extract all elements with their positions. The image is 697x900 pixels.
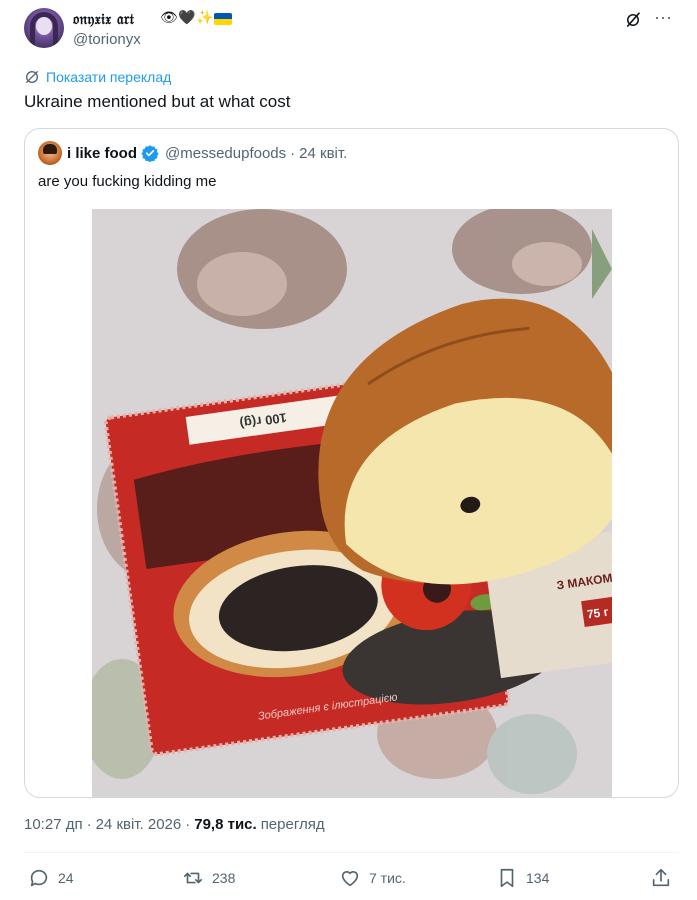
more-icon[interactable]: ··· xyxy=(652,8,674,30)
quoted-author-handle: @messedupfoods xyxy=(165,144,287,162)
tweet-time[interactable]: 10:27 дп xyxy=(24,816,83,833)
tweet-date[interactable]: 24 квіт. 2026 xyxy=(96,816,182,833)
separator-dot: · xyxy=(290,144,296,162)
tweet-header: 𝔬𝔫𝔶𝔵𝔦𝔵 𝔞𝔯𝔱 👁 🖤 ✨ @torionyx ··· xyxy=(24,8,674,50)
author-avatar[interactable] xyxy=(24,8,64,48)
author-handle[interactable]: @torionyx xyxy=(73,31,141,48)
quoted-tweet-header: i like food @messedupfoods · 24 квіт. xyxy=(38,141,348,165)
package-side-weight: 75 г xyxy=(586,605,609,622)
repost-icon xyxy=(183,872,203,884)
reply-button[interactable]: 24 xyxy=(28,866,74,890)
like-count: 7 тис. xyxy=(369,870,406,886)
like-icon xyxy=(341,871,359,887)
bookmark-icon xyxy=(500,868,514,888)
reply-icon xyxy=(30,869,48,887)
tweet-actions: 24 238 7 тис. 134 xyxy=(24,866,679,892)
views-count: 79,8 тис. xyxy=(194,816,257,833)
black-heart-emoji: 🖤 xyxy=(178,9,196,25)
views-label: перегляд xyxy=(260,816,325,833)
quoted-author-name: i like food xyxy=(67,144,138,162)
eye-emoji: 👁 xyxy=(160,9,178,25)
like-button[interactable]: 7 тис. xyxy=(339,866,406,890)
divider xyxy=(24,852,679,853)
meta-separator: · xyxy=(86,816,92,833)
photo-illustration: 100 г(g) Зображення є ілюстрацією З МАКО… xyxy=(92,209,612,797)
bookmark-count: 134 xyxy=(526,870,550,886)
quoted-tweet-date: 24 квіт. xyxy=(299,144,348,162)
share-icon xyxy=(652,868,670,887)
bookmark-button[interactable]: 134 xyxy=(496,866,549,890)
sparkles-emoji: ✨ xyxy=(196,9,214,25)
meta-separator: · xyxy=(185,816,191,833)
author-display-name[interactable]: 𝔬𝔫𝔶𝔵𝔦𝔵 𝔞𝔯𝔱 xyxy=(73,10,134,28)
quoted-tweet-text: are you fucking kidding me xyxy=(38,173,217,190)
author-name-emojis: 👁 🖤 ✨ xyxy=(160,9,232,26)
translate-icon xyxy=(26,71,38,83)
translate-link[interactable]: Показати переклад xyxy=(24,68,171,86)
tweet-meta: 10:27 дп · 24 квіт. 2026 · 79,8 тис. пер… xyxy=(24,816,325,833)
translate-label: Показати переклад xyxy=(46,69,172,85)
repost-count: 238 xyxy=(212,870,236,886)
quoted-author-avatar xyxy=(38,141,62,165)
reply-count: 24 xyxy=(58,870,74,886)
verified-badge-icon xyxy=(141,145,159,162)
grok-icon[interactable] xyxy=(624,11,642,29)
ukraine-flag-icon xyxy=(214,12,232,25)
share-button[interactable] xyxy=(650,866,672,890)
quoted-tweet-photo[interactable]: 100 г(g) Зображення є ілюстрацією З МАКО… xyxy=(92,209,612,797)
quoted-tweet[interactable]: i like food @messedupfoods · 24 квіт. ar… xyxy=(24,128,679,798)
tweet-text: Ukraine mentioned but at what cost xyxy=(24,92,291,111)
repost-button[interactable]: 238 xyxy=(182,866,235,890)
